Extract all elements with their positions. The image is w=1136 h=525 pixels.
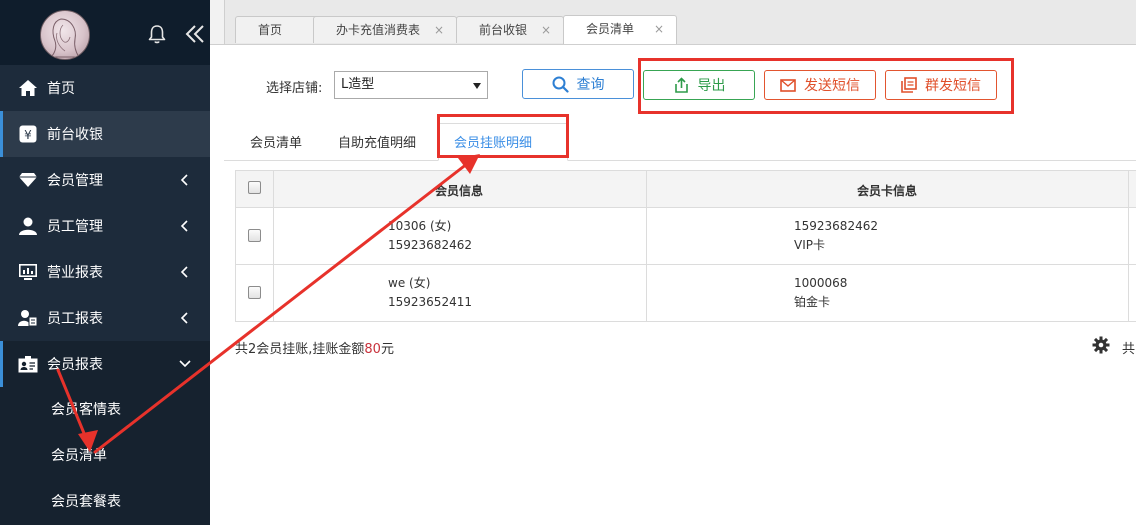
main-content: 选择店铺: L造型 查询 导出 发送短信 群发短信 会员清单 自助充值明细 会员… xyxy=(224,45,1136,514)
close-icon[interactable]: × xyxy=(434,17,444,43)
send-sms-button[interactable]: 发送短信 xyxy=(764,70,876,100)
column-header: 会员信息 xyxy=(435,184,484,198)
collapse-sidebar-icon[interactable] xyxy=(183,22,207,46)
subtab-member-list[interactable]: 会员清单 xyxy=(250,132,302,151)
envelope-icon xyxy=(780,78,796,92)
sidebar-item-label: 员工报表 xyxy=(47,311,103,327)
row-checkbox[interactable] xyxy=(248,286,261,299)
svg-text:¥: ¥ xyxy=(24,128,32,142)
tab-card-recharge[interactable]: 办卡充值消费表 × xyxy=(313,16,457,43)
user-card-icon xyxy=(17,307,39,329)
table-header: 会员信息 会员卡信息 xyxy=(236,171,1136,208)
home-icon xyxy=(17,77,39,99)
upload-icon xyxy=(674,76,688,93)
sidebar-item-member-report[interactable]: 会员报表 xyxy=(0,341,210,387)
submenu-item-member-list[interactable]: 会员清单 xyxy=(0,433,210,479)
tab-label: 会员清单 xyxy=(586,22,635,36)
store-select-value: L造型 xyxy=(341,77,375,92)
send-sms-button-label: 发送短信 xyxy=(804,78,860,94)
bulk-sms-button-label: 群发短信 xyxy=(925,78,981,94)
chevron-left-icon xyxy=(180,312,188,324)
sidebar-item-cashier[interactable]: ¥ 前台收银 xyxy=(0,111,210,157)
yen-icon: ¥ xyxy=(17,123,39,145)
gear-icon[interactable] xyxy=(1092,336,1110,354)
sidebar-item-staff-management[interactable]: 员工管理 xyxy=(0,203,210,249)
card-info: 15923682462 VIP卡 xyxy=(794,219,878,252)
sidebar-nav: 首页 ¥ 前台收银 会员管理 员工管理 营业报表 员工报表 会员报表 会员客情表… xyxy=(0,65,210,525)
chevron-left-icon xyxy=(180,266,188,278)
member-info: we (女) 15923652411 xyxy=(388,276,472,309)
sidebar-item-member-management[interactable]: 会员管理 xyxy=(0,157,210,203)
export-button[interactable]: 导出 xyxy=(643,70,755,100)
dropdown-caret-icon xyxy=(473,83,481,89)
tab-label: 办卡充值消费表 xyxy=(336,23,421,37)
tab-cashier[interactable]: 前台收银 × xyxy=(456,16,564,43)
credit-summary: 共2会员挂账,挂账金额80元 xyxy=(235,342,394,357)
sidebar-item-label: 会员报表 xyxy=(47,357,103,373)
subtab-member-credit[interactable]: 会员挂账明细 xyxy=(454,132,532,151)
copy-icon xyxy=(901,77,917,93)
member-credit-table: 会员信息 会员卡信息 10306 (女) 15923682462 1592368… xyxy=(235,170,1136,322)
sidebar-item-home[interactable]: 首页 xyxy=(0,65,210,111)
sidebar: 首页 ¥ 前台收银 会员管理 员工管理 营业报表 员工报表 会员报表 会员客情表… xyxy=(0,0,210,525)
tab-member-list[interactable]: 会员清单 × xyxy=(563,15,677,44)
chevron-left-icon xyxy=(180,174,188,186)
sidebar-item-label: 营业报表 xyxy=(47,265,103,281)
sidebar-item-label: 会员管理 xyxy=(47,173,103,189)
column-header: 会员卡信息 xyxy=(857,184,918,198)
card-info: 1000068 铂金卡 xyxy=(794,276,848,309)
close-icon[interactable]: × xyxy=(541,17,551,43)
chevron-down-icon xyxy=(179,360,191,368)
row-checkbox[interactable] xyxy=(248,229,261,242)
page-tab-bar: 首页 办卡充值消费表 × 前台收银 × 会员清单 × xyxy=(210,0,1136,45)
submenu-item-member-relations[interactable]: 会员客情表 xyxy=(0,387,210,433)
submenu-item-member-package[interactable]: 会员套餐表 xyxy=(0,479,210,525)
pagination-total-label: 共 xyxy=(1122,342,1136,357)
store-label: 选择店铺: xyxy=(266,81,323,96)
sidebar-item-label: 前台收银 xyxy=(47,127,103,143)
export-button-label: 导出 xyxy=(697,78,726,94)
search-icon xyxy=(552,76,569,93)
select-all-checkbox[interactable] xyxy=(248,181,261,194)
sidebar-item-label: 员工管理 xyxy=(47,219,103,235)
subtab-self-recharge[interactable]: 自助充值明细 xyxy=(338,132,416,151)
sidebar-header xyxy=(0,0,210,65)
credit-amount: 80 xyxy=(364,342,381,357)
tab-label: 前台收银 xyxy=(479,23,528,37)
id-card-icon xyxy=(17,353,39,375)
member-info: 10306 (女) 15923682462 xyxy=(388,219,472,252)
sidebar-item-business-report[interactable]: 营业报表 xyxy=(0,249,210,295)
diamond-icon xyxy=(17,169,39,191)
tab-label: 首页 xyxy=(258,23,283,37)
bell-icon[interactable] xyxy=(146,23,168,45)
bulk-sms-button[interactable]: 群发短信 xyxy=(885,70,997,100)
user-icon xyxy=(17,215,39,237)
table-row[interactable]: 10306 (女) 15923682462 15923682462 VIP卡 xyxy=(236,208,1136,265)
table-row[interactable]: we (女) 15923652411 1000068 铂金卡 xyxy=(236,265,1136,322)
avatar[interactable] xyxy=(40,10,90,60)
chevron-left-icon xyxy=(180,220,188,232)
sidebar-item-staff-report[interactable]: 员工报表 xyxy=(0,295,210,341)
sidebar-item-label: 首页 xyxy=(47,81,75,97)
query-button[interactable]: 查询 xyxy=(522,69,634,99)
close-icon[interactable]: × xyxy=(654,16,664,42)
query-button-label: 查询 xyxy=(576,77,605,93)
store-select[interactable]: L造型 xyxy=(334,71,488,99)
monitor-chart-icon xyxy=(17,261,39,283)
